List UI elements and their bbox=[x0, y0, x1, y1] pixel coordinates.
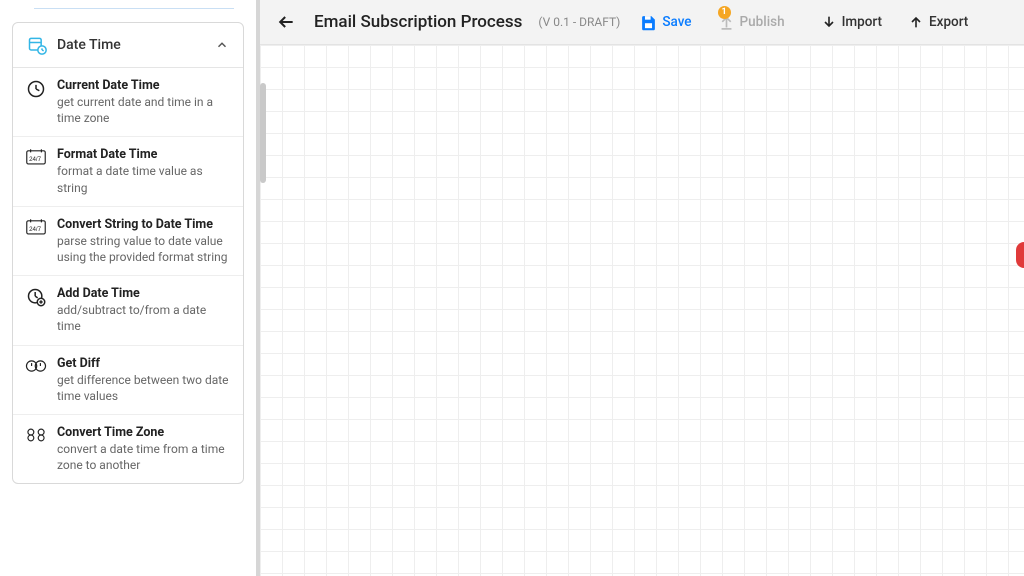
import-button[interactable]: Import bbox=[815, 10, 888, 34]
timezone-icon bbox=[25, 425, 47, 444]
clock-diff-icon bbox=[25, 356, 47, 375]
accordion-date-time: Date Time Current Date Time get current … bbox=[12, 22, 244, 484]
tool-format-date-time[interactable]: 24/7 Format Date Time format a date time… bbox=[13, 137, 243, 206]
clock-icon bbox=[25, 78, 47, 99]
svg-text:24/7: 24/7 bbox=[29, 156, 42, 163]
import-label: Import bbox=[842, 14, 882, 30]
tool-desc: get current date and time in a time zone bbox=[57, 94, 231, 126]
upload-arrow-icon bbox=[908, 14, 924, 30]
scrollbar[interactable] bbox=[260, 83, 266, 183]
workspace: Email Subscription Process (V 0.1 - DRAF… bbox=[260, 0, 1024, 576]
clock-plus-icon bbox=[25, 286, 47, 307]
tool-add-date-time[interactable]: Add Date Time add/subtract to/from a dat… bbox=[13, 276, 243, 345]
tool-title: Current Date Time bbox=[57, 78, 231, 93]
tool-convert-time-zone[interactable]: Convert Time Zone convert a date time fr… bbox=[13, 415, 243, 483]
tool-desc: format a date time value as string bbox=[57, 163, 231, 195]
tool-desc: parse string value to date value using t… bbox=[57, 233, 231, 265]
save-icon bbox=[640, 14, 657, 31]
process-title: Email Subscription Process bbox=[314, 12, 522, 32]
tool-title: Get Diff bbox=[57, 356, 231, 371]
chevron-up-icon bbox=[215, 38, 229, 52]
tool-desc: convert a date time from a time zone to … bbox=[57, 441, 231, 473]
tool-desc: get difference between two date time val… bbox=[57, 372, 231, 404]
download-icon bbox=[821, 14, 837, 30]
panel-handle[interactable] bbox=[1016, 242, 1024, 268]
tool-convert-string[interactable]: 24/7 Convert String to Date Time parse s… bbox=[13, 207, 243, 276]
accordion-header[interactable]: Date Time bbox=[13, 23, 243, 68]
canvas[interactable]: + + Start Current Date Time Stop bbox=[260, 44, 1024, 576]
export-label: Export bbox=[929, 14, 968, 30]
svg-text:24/7: 24/7 bbox=[29, 226, 42, 233]
sidebar-top-divider bbox=[34, 8, 234, 12]
tool-title: Format Date Time bbox=[57, 147, 231, 162]
back-button[interactable] bbox=[272, 8, 300, 36]
save-button[interactable]: Save bbox=[634, 10, 697, 35]
calendar-247-icon: 24/7 bbox=[25, 147, 47, 166]
calendar-clock-icon bbox=[27, 35, 47, 55]
toolbar: Email Subscription Process (V 0.1 - DRAF… bbox=[260, 0, 1024, 44]
tool-title: Convert Time Zone bbox=[57, 425, 231, 440]
tool-title: Add Date Time bbox=[57, 286, 231, 301]
publish-label: Publish bbox=[740, 14, 785, 30]
save-label: Save bbox=[662, 14, 691, 30]
tool-get-diff[interactable]: Get Diff get difference between two date… bbox=[13, 346, 243, 415]
tool-current-date-time[interactable]: Current Date Time get current date and t… bbox=[13, 68, 243, 137]
accordion-title: Date Time bbox=[57, 37, 205, 53]
tool-title: Convert String to Date Time bbox=[57, 217, 231, 232]
publish-badge: 1 bbox=[718, 6, 731, 19]
sidebar: Date Time Current Date Time get current … bbox=[0, 0, 256, 576]
version-label: (V 0.1 - DRAFT) bbox=[538, 15, 620, 29]
publish-button[interactable]: 1 Publish bbox=[712, 10, 791, 35]
export-button[interactable]: Export bbox=[902, 10, 974, 34]
tool-desc: add/subtract to/from a date time bbox=[57, 302, 231, 334]
calendar-247-icon: 24/7 bbox=[25, 217, 47, 236]
